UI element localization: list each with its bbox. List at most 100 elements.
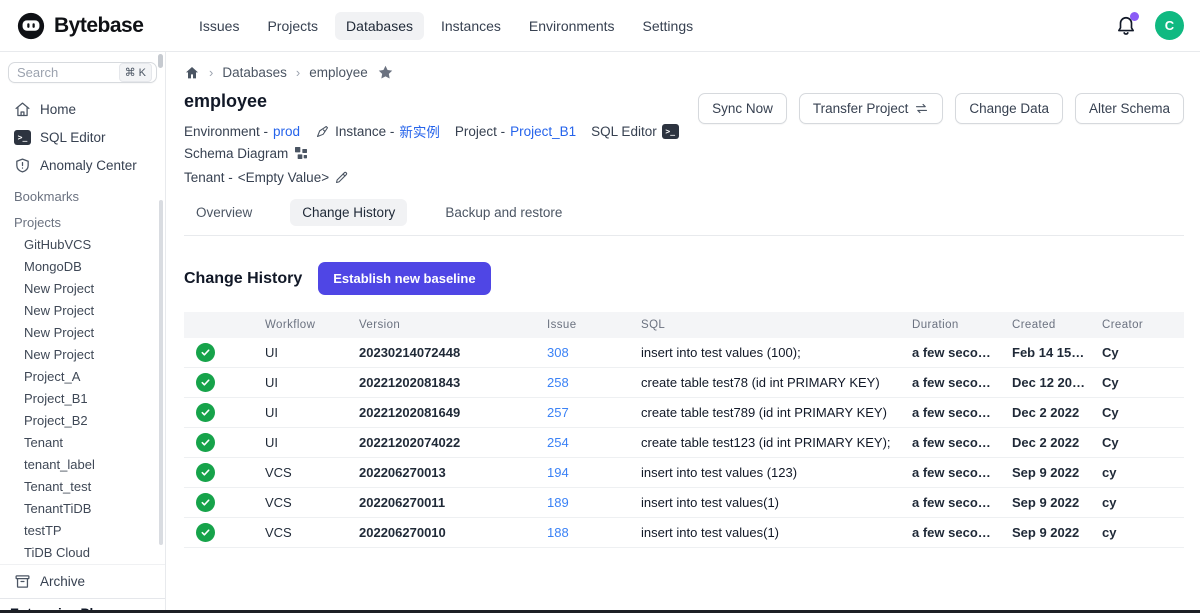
meta-project: Project - Project_B1 bbox=[455, 124, 576, 139]
sidebar-project-item[interactable]: Tenant bbox=[0, 432, 165, 454]
issue-link[interactable]: 258 bbox=[547, 375, 569, 390]
nav-item-instances[interactable]: Instances bbox=[430, 12, 512, 40]
sidebar-project-item[interactable]: testTP bbox=[0, 520, 165, 542]
table-row[interactable]: VCS 202206270013 194 insert into test va… bbox=[184, 458, 1184, 488]
issue-link[interactable]: 189 bbox=[547, 495, 569, 510]
sidebar-item-sql-editor[interactable]: >_ SQL Editor bbox=[0, 124, 165, 151]
sidebar-project-item[interactable]: TiDB Cloud bbox=[0, 542, 165, 564]
terminal-icon: >_ bbox=[662, 124, 679, 139]
bytebase-app: Bytebase Issues Projects Databases Insta… bbox=[0, 0, 1200, 613]
notification-bell-icon[interactable] bbox=[1115, 15, 1137, 37]
sidebar-item-home[interactable]: Home bbox=[0, 95, 165, 124]
table-row[interactable]: UI 20221202074022 254 create table test1… bbox=[184, 428, 1184, 458]
sidebar-project-item[interactable]: tenant_label bbox=[0, 454, 165, 476]
sidebar-project-item[interactable]: Project_B1 bbox=[0, 388, 165, 410]
search-input[interactable] bbox=[17, 65, 95, 80]
notification-dot bbox=[1130, 12, 1139, 21]
table-row[interactable]: VCS 202206270010 188 insert into test va… bbox=[184, 518, 1184, 548]
sidebar-project-item[interactable]: TenantTiDB bbox=[0, 498, 165, 520]
alter-schema-button[interactable]: Alter Schema bbox=[1075, 93, 1184, 124]
breadcrumb-item-databases[interactable]: Databases bbox=[222, 65, 287, 80]
issue-link[interactable]: 194 bbox=[547, 465, 569, 480]
change-data-button[interactable]: Change Data bbox=[955, 93, 1063, 124]
edit-pencil-icon[interactable] bbox=[334, 170, 349, 185]
brand[interactable]: Bytebase bbox=[16, 11, 180, 41]
success-check-icon bbox=[196, 523, 215, 542]
col-sql: SQL bbox=[633, 312, 904, 338]
sidebar-item-label: Archive bbox=[40, 574, 85, 589]
breadcrumb-item-employee[interactable]: employee bbox=[309, 65, 368, 80]
sidebar-project-item[interactable]: MongoDB bbox=[0, 256, 165, 278]
breadcrumb: › Databases › employee bbox=[184, 64, 1184, 81]
change-history-table: Workflow Version Issue SQL Duration Crea… bbox=[184, 312, 1184, 548]
top-navbar: Bytebase Issues Projects Databases Insta… bbox=[0, 0, 1200, 52]
database-meta-line-2: Tenant - <Empty Value> bbox=[184, 170, 698, 185]
sidebar-project-item[interactable]: Project_B2 bbox=[0, 410, 165, 432]
instance-link[interactable]: 新实例 bbox=[399, 121, 440, 141]
issue-link[interactable]: 308 bbox=[547, 345, 569, 360]
nav-item-settings[interactable]: Settings bbox=[632, 12, 705, 40]
database-meta-line-1: Environment - prod Instance - 新实例 Projec… bbox=[184, 121, 698, 161]
bookmarks-section-label: Bookmarks bbox=[0, 182, 165, 208]
table-row[interactable]: UI 20221202081843 258 create table test7… bbox=[184, 368, 1184, 398]
chevron-right-icon: › bbox=[296, 65, 300, 80]
issue-link[interactable]: 257 bbox=[547, 405, 569, 420]
chevron-right-icon: › bbox=[209, 65, 213, 80]
establish-baseline-button[interactable]: Establish new baseline bbox=[318, 262, 490, 295]
sidebar-project-item[interactable]: New Project bbox=[0, 300, 165, 322]
success-check-icon bbox=[196, 373, 215, 392]
tab-change-history[interactable]: Change History bbox=[290, 199, 407, 226]
tab-backup-and-restore[interactable]: Backup and restore bbox=[433, 199, 574, 226]
sidebar-project-item[interactable]: Tenant_test bbox=[0, 476, 165, 498]
sidebar-item-label: Home bbox=[40, 102, 76, 117]
sidebar-project-item[interactable]: GitHubVCS bbox=[0, 234, 165, 256]
issue-link[interactable]: 188 bbox=[547, 525, 569, 540]
terminal-icon: >_ bbox=[14, 130, 31, 145]
brand-name: Bytebase bbox=[54, 14, 143, 38]
success-check-icon bbox=[196, 343, 215, 362]
project-link[interactable]: Project_B1 bbox=[510, 124, 576, 139]
success-check-icon bbox=[196, 403, 215, 422]
sidebar-item-archive[interactable]: Archive bbox=[0, 564, 165, 598]
page-title: employee bbox=[184, 91, 698, 112]
col-creator: Creator bbox=[1094, 312, 1184, 338]
col-version: Version bbox=[351, 312, 539, 338]
environment-link[interactable]: prod bbox=[273, 124, 300, 139]
nav-item-environments[interactable]: Environments bbox=[518, 12, 626, 40]
nav-item-issues[interactable]: Issues bbox=[188, 12, 250, 40]
sql-editor-link[interactable]: SQL Editor >_ bbox=[591, 124, 679, 139]
sidebar: ⌘ K Home >_ SQL Editor Anomaly Center Bo… bbox=[0, 52, 166, 613]
sync-now-button[interactable]: Sync Now bbox=[698, 93, 787, 124]
sidebar-project-item[interactable]: New Project bbox=[0, 344, 165, 366]
col-duration: Duration bbox=[904, 312, 1004, 338]
transfer-project-button[interactable]: Transfer Project bbox=[799, 93, 944, 124]
sidebar-scrollbar-nub[interactable] bbox=[158, 54, 163, 68]
breadcrumb-home-icon[interactable] bbox=[184, 65, 200, 81]
sidebar-project-item[interactable]: New Project bbox=[0, 322, 165, 344]
table-header-row: Workflow Version Issue SQL Duration Crea… bbox=[184, 312, 1184, 338]
search-box[interactable]: ⌘ K bbox=[8, 62, 157, 83]
meta-instance: Instance - 新实例 bbox=[315, 121, 440, 141]
sidebar-project-item[interactable]: Project_A bbox=[0, 366, 165, 388]
table-row[interactable]: UI 20221202081649 257 create table test7… bbox=[184, 398, 1184, 428]
sidebar-item-anomaly-center[interactable]: Anomaly Center bbox=[0, 151, 165, 180]
schema-diagram-link[interactable]: Schema Diagram bbox=[184, 145, 309, 161]
tab-overview[interactable]: Overview bbox=[184, 199, 264, 226]
favorite-star-icon[interactable] bbox=[377, 64, 394, 81]
project-list: GitHubVCS MongoDB New Project New Projec… bbox=[0, 234, 165, 564]
table-row[interactable]: VCS 202206270011 189 insert into test va… bbox=[184, 488, 1184, 518]
user-avatar[interactable]: C bbox=[1155, 11, 1184, 40]
nav-item-databases[interactable]: Databases bbox=[335, 12, 424, 40]
col-created: Created bbox=[1004, 312, 1094, 338]
transfer-arrows-icon bbox=[914, 101, 929, 116]
col-workflow: Workflow bbox=[257, 312, 351, 338]
sidebar-item-label: SQL Editor bbox=[40, 130, 106, 145]
issue-link[interactable]: 254 bbox=[547, 435, 569, 450]
tenant-value: <Empty Value> bbox=[238, 170, 329, 185]
nav-item-projects[interactable]: Projects bbox=[256, 12, 329, 40]
table-row[interactable]: UI 20230214072448 308 insert into test v… bbox=[184, 338, 1184, 368]
sidebar-scrollbar[interactable] bbox=[159, 200, 163, 545]
navbar-right: C bbox=[1115, 11, 1184, 40]
sidebar-project-item[interactable]: New Project bbox=[0, 278, 165, 300]
shield-icon bbox=[14, 157, 31, 174]
